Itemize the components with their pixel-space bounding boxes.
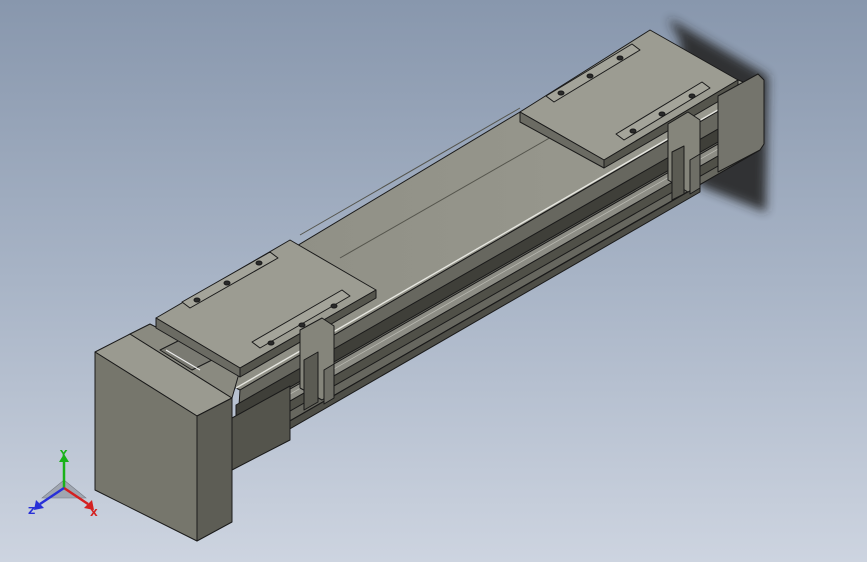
triad-y-label: Y <box>59 449 68 460</box>
z-axis-arrow <box>34 486 65 510</box>
coordinate-triad: Y X Z <box>28 449 98 519</box>
triad-z-label: Z <box>28 506 35 517</box>
triad-x-label: X <box>90 508 98 519</box>
linear-actuator-model[interactable] <box>0 0 867 562</box>
3d-graphics-viewport[interactable]: Y X Z <box>0 0 867 562</box>
x-axis-arrow <box>63 486 94 510</box>
